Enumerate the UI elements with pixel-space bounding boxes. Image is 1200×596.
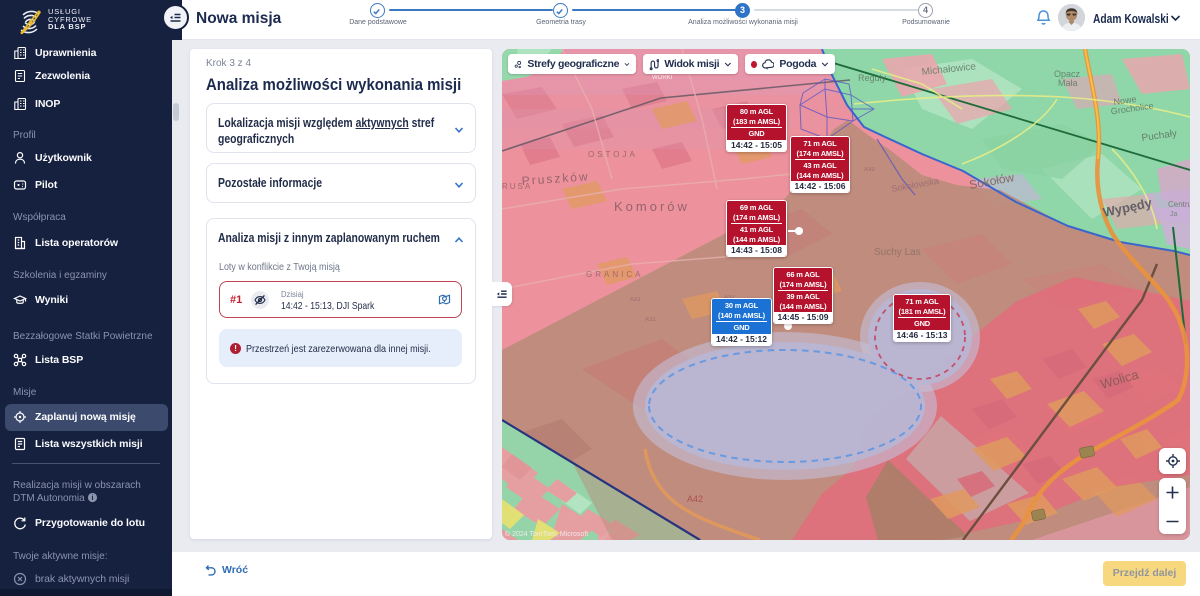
svg-text:OSTOJA: OSTOJA: [588, 150, 638, 159]
svg-text:RUSA: RUSA: [502, 182, 532, 191]
svg-text:Suchy Las: Suchy Las: [874, 247, 921, 258]
svg-text:WORKI: WORKI: [652, 75, 673, 81]
svg-text:Centru: Centru: [1168, 200, 1190, 209]
svg-text:i: i: [92, 495, 94, 502]
svg-text:A31: A31: [630, 297, 641, 303]
svg-text:Ja: Ja: [1170, 211, 1178, 218]
svg-text:Reguły: Reguły: [858, 73, 887, 83]
svg-text:OpaczMała: OpaczMała: [1054, 69, 1081, 88]
svg-text:© 2024 TomTom, Microsoft: © 2024 TomTom, Microsoft: [505, 530, 588, 538]
svg-text:A39: A39: [864, 167, 875, 173]
svg-text:A31: A31: [645, 317, 656, 323]
svg-text:Komorów: Komorów: [614, 199, 690, 214]
svg-text:GRANICA: GRANICA: [586, 270, 643, 279]
svg-text:A42: A42: [687, 494, 703, 504]
